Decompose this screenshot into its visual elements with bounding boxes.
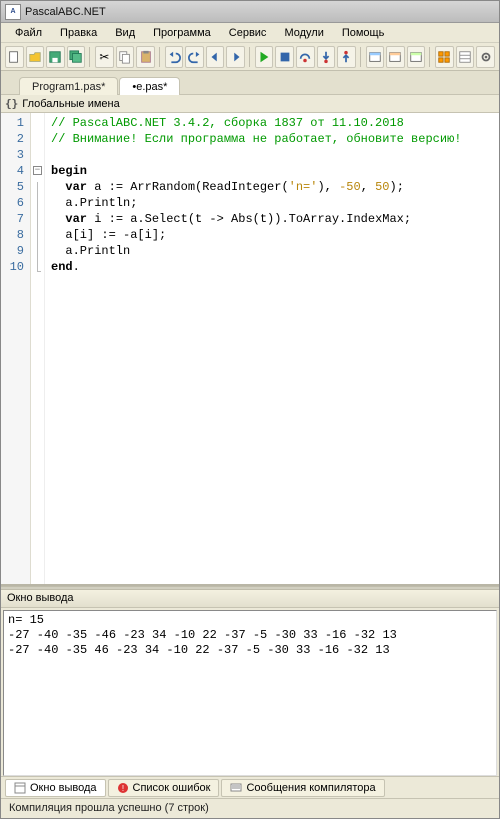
cut-button[interactable]: ✂	[95, 46, 114, 68]
run-button[interactable]	[255, 46, 274, 68]
code-editor[interactable]: 1 2 3 4 5 6 7 8 9 10 − // PascalABC.NET …	[1, 113, 499, 586]
tab-e-pas[interactable]: •e.pas*	[119, 77, 180, 95]
output-icon	[14, 782, 26, 794]
toolbar-sep	[429, 47, 431, 67]
toolbar-sep	[159, 47, 161, 67]
bottom-tabs: Окно вывода ! Список ошибок Сообщения ко…	[1, 776, 499, 798]
redo-button[interactable]	[185, 46, 204, 68]
output-header: Окно вывода	[1, 590, 499, 608]
step-out-button[interactable]	[337, 46, 356, 68]
app-icon: A	[5, 4, 21, 20]
menu-modules[interactable]: Модули	[276, 25, 331, 41]
svg-text:!: !	[121, 784, 123, 793]
scope-bar[interactable]: {} Глобальные имена	[1, 95, 499, 113]
undo-button[interactable]	[165, 46, 184, 68]
menubar: Файл Правка Вид Программа Сервис Модули …	[1, 23, 499, 43]
errors-icon: !	[117, 782, 129, 794]
braces-icon: {}	[5, 97, 18, 110]
bottom-tab-label: Сообщения компилятора	[246, 782, 375, 794]
toolbar-sep	[89, 47, 91, 67]
step-over-button[interactable]	[296, 46, 315, 68]
titlebar: A PascalABC.NET	[1, 1, 499, 23]
settings-button[interactable]	[476, 46, 495, 68]
copy-button[interactable]	[116, 46, 135, 68]
menu-view[interactable]: Вид	[107, 25, 143, 41]
status-text: Компиляция прошла успешно (7 строк)	[9, 802, 209, 814]
bottom-tab-output[interactable]: Окно вывода	[5, 779, 106, 797]
menu-program[interactable]: Программа	[145, 25, 219, 41]
bottom-tab-label: Окно вывода	[30, 782, 97, 794]
nav-forward-button[interactable]	[226, 46, 245, 68]
fold-gutter: −	[31, 113, 45, 584]
messages-icon	[230, 782, 242, 794]
document-tabs: Program1.pas* •e.pas*	[1, 71, 499, 95]
toolbar-sep	[360, 47, 362, 67]
forms-button[interactable]	[435, 46, 454, 68]
bottom-tab-compiler-msgs[interactable]: Сообщения компилятора	[221, 779, 384, 797]
output-body[interactable]: n= 15 -27 -40 -35 -46 -23 34 -10 22 -37 …	[3, 610, 497, 776]
grid-button[interactable]	[456, 46, 475, 68]
menu-help[interactable]: Помощь	[334, 25, 393, 41]
stop-button[interactable]	[275, 46, 294, 68]
scope-label: Глобальные имена	[22, 98, 120, 110]
code-area[interactable]: // PascalABC.NET 3.4.2, сборка 1837 от 1…	[45, 113, 499, 584]
window-title: PascalABC.NET	[25, 6, 106, 18]
window2-button[interactable]	[386, 46, 405, 68]
menu-service[interactable]: Сервис	[221, 25, 275, 41]
output-panel: Окно вывода n= 15 -27 -40 -35 -46 -23 34…	[1, 590, 499, 798]
paste-button[interactable]	[136, 46, 155, 68]
toolbar-sep	[249, 47, 251, 67]
window3-button[interactable]	[407, 46, 426, 68]
tab-program1[interactable]: Program1.pas*	[19, 77, 118, 95]
step-into-button[interactable]	[317, 46, 336, 68]
fold-toggle-icon[interactable]: −	[33, 166, 42, 175]
save-all-button[interactable]	[67, 46, 86, 68]
bottom-tab-label: Список ошибок	[133, 782, 211, 794]
status-bar: Компиляция прошла успешно (7 строк)	[1, 798, 499, 818]
window1-button[interactable]	[366, 46, 385, 68]
menu-file[interactable]: Файл	[7, 25, 50, 41]
save-button[interactable]	[46, 46, 65, 68]
open-file-button[interactable]	[26, 46, 45, 68]
line-number-gutter: 1 2 3 4 5 6 7 8 9 10	[1, 113, 31, 584]
bottom-tab-errors[interactable]: ! Список ошибок	[108, 779, 220, 797]
new-file-button[interactable]	[5, 46, 24, 68]
menu-edit[interactable]: Правка	[52, 25, 105, 41]
nav-back-button[interactable]	[206, 46, 225, 68]
toolbar: ✂	[1, 43, 499, 71]
